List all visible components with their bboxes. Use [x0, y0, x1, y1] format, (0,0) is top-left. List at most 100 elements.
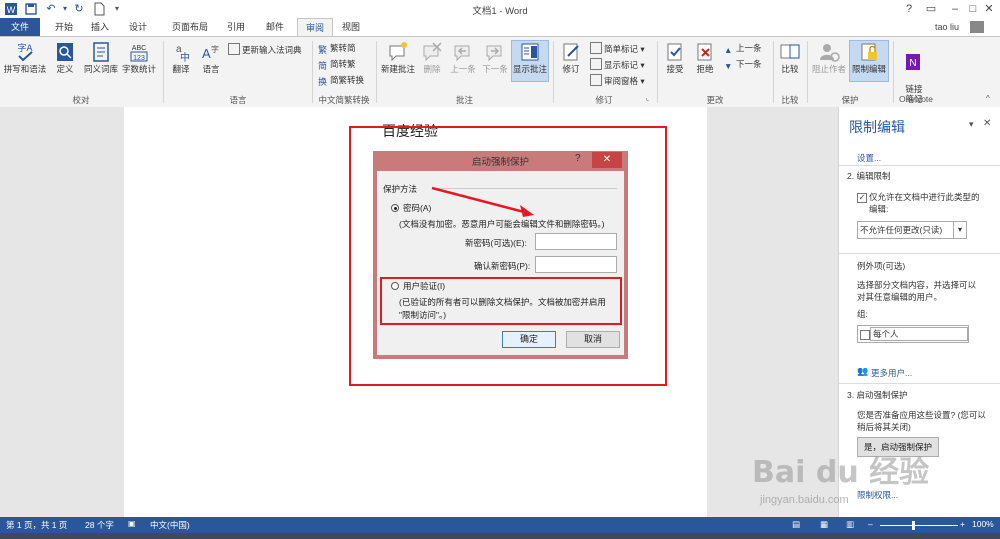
tab-layout[interactable]: 页面布局: [162, 18, 218, 36]
pane-close-icon[interactable]: ✕: [983, 118, 991, 129]
new-password-field[interactable]: [535, 233, 617, 250]
zoom-slider[interactable]: [880, 525, 958, 526]
exceptions-desc-2: 对其任意编辑的用户。: [857, 292, 943, 302]
next-comment-label: 下一条: [482, 64, 508, 74]
dialog-title: 启动强制保护: [471, 157, 529, 168]
show-comments-button[interactable]: 显示批注: [511, 40, 549, 82]
to-simplified-button[interactable]: 简简转繁: [318, 59, 356, 71]
prev-change-label: 上一条: [736, 43, 762, 53]
chinese-convert-button[interactable]: 换简繁转换: [318, 75, 364, 87]
restrict-editing-icon: [861, 43, 877, 61]
chevron-down-icon[interactable]: ▾: [953, 221, 967, 239]
user-name[interactable]: tao liu: [935, 18, 959, 36]
review-pane-dropdown[interactable]: 审阅窗格 ▾: [590, 74, 645, 87]
dialog-help-icon[interactable]: ?: [575, 153, 581, 164]
chevron-down-icon: ▾: [640, 44, 645, 54]
zoom-out-icon[interactable]: –: [868, 519, 873, 529]
pointer-arrow: [431, 186, 534, 217]
everyone-checkbox[interactable]: [860, 330, 870, 340]
group-protect: 保护: [841, 95, 859, 105]
to-traditional-button[interactable]: 繁繁转简: [318, 43, 356, 55]
language-button[interactable]: A字 语言: [198, 41, 224, 74]
close-icon[interactable]: ✕: [976, 0, 1000, 18]
accept-button[interactable]: 接受: [662, 41, 688, 74]
show-markup-dropdown[interactable]: 显示标记 ▾: [590, 58, 645, 71]
collapse-ribbon-icon[interactable]: ^: [986, 94, 990, 103]
show-markup-label: 显示标记: [604, 60, 639, 70]
language-status[interactable]: 中文(中国): [150, 519, 190, 531]
restrict-editing-button[interactable]: 限制编辑: [849, 40, 889, 82]
prev-change-button[interactable]: ▲ 上一条: [724, 43, 762, 55]
next-change-button[interactable]: ▼ 下一条: [724, 59, 762, 71]
compare-icon: [780, 44, 800, 59]
settings-link[interactable]: 设置...: [857, 152, 881, 164]
prev-comment-button[interactable]: 上一条: [448, 41, 478, 74]
tab-view[interactable]: 视图: [335, 18, 367, 36]
track-changes-button[interactable]: 修订: [558, 41, 584, 74]
everyone-label: 每个人: [873, 329, 899, 339]
convert-icon: 繁: [318, 45, 328, 55]
define-button[interactable]: 定义: [52, 41, 78, 74]
reject-button[interactable]: 拒绝: [692, 41, 718, 74]
update-ime-button[interactable]: 更新输入法词典: [228, 43, 302, 56]
tab-file[interactable]: 文件: [0, 18, 40, 36]
edit-type-select[interactable]: 不允许任何更改(只读): [857, 221, 967, 239]
groups-list[interactable]: 每个人: [857, 325, 969, 343]
group-chinese: 中文简繁转换: [318, 95, 370, 105]
confirm-password-field[interactable]: [535, 256, 617, 273]
word-count[interactable]: 28 个字: [85, 519, 114, 531]
tab-mailings[interactable]: 邮件: [259, 18, 291, 36]
ribbon-display-icon[interactable]: ▭: [918, 0, 944, 18]
onenote-icon: N: [906, 54, 920, 70]
web-layout-icon[interactable]: ▥: [846, 519, 854, 530]
new-comment-button[interactable]: 新建批注: [380, 41, 416, 74]
translate-button[interactable]: a中 翻译: [168, 41, 194, 74]
delete-comment-button[interactable]: 删除: [418, 41, 446, 74]
tab-review[interactable]: 审阅: [297, 18, 333, 36]
simple-markup-dropdown[interactable]: 简单标记 ▾: [590, 42, 645, 55]
ribbon-tabs: 文件 开始 插入 设计 页面布局 引用 邮件 审阅 视图 tao liu: [0, 18, 1000, 36]
password-radio[interactable]: [391, 204, 399, 212]
dialog-close-icon[interactable]: ✕: [592, 152, 622, 168]
allow-only-label-2: 编辑:: [869, 204, 889, 214]
more-users-link[interactable]: 更多用户...: [871, 367, 912, 379]
dialog-launcher-icon[interactable]: ⌞: [646, 94, 649, 102]
block-authors-icon: [820, 44, 840, 62]
dictionary-icon: [228, 43, 240, 55]
ok-button[interactable]: 确定: [502, 331, 556, 348]
thesaurus-button[interactable]: 同义词库: [82, 41, 120, 74]
translate-label: 翻译: [172, 64, 190, 74]
block-authors-button[interactable]: 阻止作者: [812, 41, 846, 74]
baidu-watermark-url: jingyan.baidu.com: [760, 494, 849, 506]
show-markup-icon: [590, 58, 602, 70]
tab-insert[interactable]: 插入: [84, 18, 116, 36]
compare-button[interactable]: 比较: [777, 41, 803, 74]
spelling-button[interactable]: 字A 拼写和语法: [2, 41, 48, 74]
allow-only-label[interactable]: 仅允许在文档中进行此类型的: [869, 191, 980, 203]
tab-references[interactable]: 引用: [220, 18, 252, 36]
zoom-in-icon[interactable]: +: [960, 519, 965, 529]
divider: [839, 253, 1000, 254]
zoom-level[interactable]: 100%: [972, 519, 994, 529]
tab-design[interactable]: 设计: [122, 18, 154, 36]
avatar[interactable]: [970, 21, 984, 33]
allow-only-checkbox[interactable]: ✓: [857, 193, 867, 203]
review-pane-icon: [590, 74, 602, 86]
group-proofing: 校对: [72, 95, 90, 105]
cancel-button[interactable]: 取消: [566, 331, 620, 348]
password-option-label[interactable]: 密码(A): [403, 202, 431, 214]
page-count[interactable]: 第 1 页，共 1 页: [6, 519, 67, 531]
spelling-label: 拼写和语法: [3, 64, 47, 74]
language-label: 语言: [202, 64, 220, 74]
next-comment-button[interactable]: 下一条: [480, 41, 510, 74]
pane-options-icon[interactable]: ▾: [969, 119, 974, 130]
accept-label: 接受: [666, 64, 684, 74]
read-mode-icon[interactable]: ▤: [792, 519, 800, 530]
everyone-item[interactable]: 每个人: [870, 327, 968, 341]
tab-home[interactable]: 开始: [48, 18, 80, 36]
zoom-slider-handle[interactable]: [912, 521, 915, 530]
enforcement-desc-2: 稍后将其关闭): [857, 422, 911, 432]
proofing-status-icon[interactable]: ▣: [128, 519, 136, 528]
print-layout-icon[interactable]: ▦: [820, 519, 828, 530]
word-count-button[interactable]: ABC 123 字数统计: [120, 41, 158, 74]
